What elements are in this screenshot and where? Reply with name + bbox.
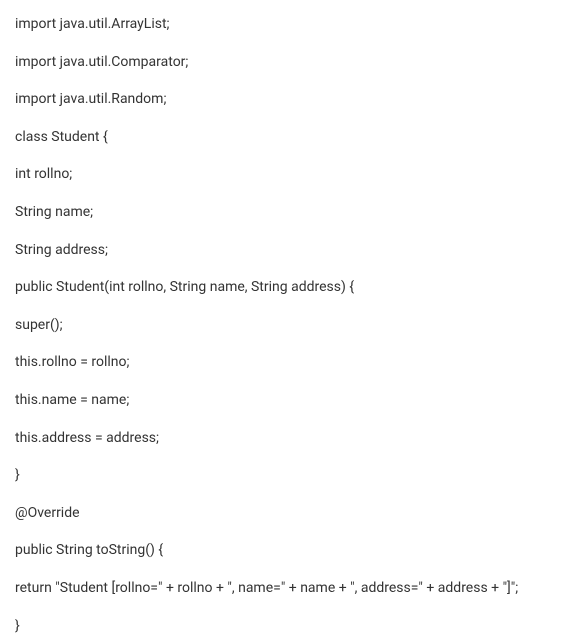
code-line: import java.util.Random; [15, 90, 554, 110]
code-line: return "Student [rollno=" + rollno + ", … [15, 579, 554, 599]
code-line: String name; [15, 203, 554, 223]
code-line: int rollno; [15, 165, 554, 185]
code-line: this.address = address; [15, 429, 554, 449]
code-line: class Student { [15, 128, 554, 148]
code-line: @Override [15, 504, 554, 524]
code-line: } [15, 617, 554, 636]
code-line: this.name = name; [15, 391, 554, 411]
code-line: import java.util.Comparator; [15, 53, 554, 73]
code-block: import java.util.ArrayList; import java.… [15, 15, 554, 636]
code-line: String address; [15, 241, 554, 261]
code-line: this.rollno = rollno; [15, 353, 554, 373]
code-line: } [15, 466, 554, 486]
code-line: import java.util.ArrayList; [15, 15, 554, 35]
code-line: public String toString() { [15, 541, 554, 561]
code-line: public Student(int rollno, String name, … [15, 278, 554, 298]
code-line: super(); [15, 316, 554, 336]
